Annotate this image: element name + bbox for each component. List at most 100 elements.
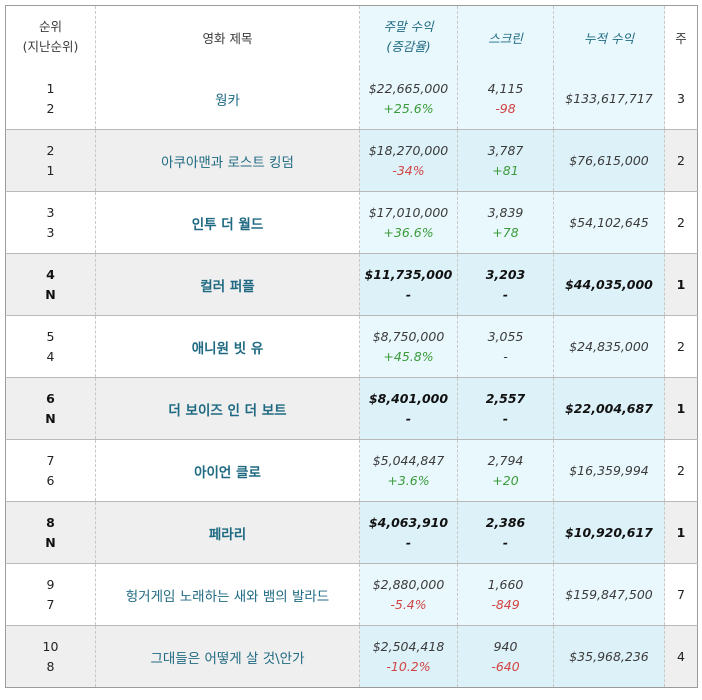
weeks-cell: 4 (664, 625, 698, 688)
title-cell: 헝거게임 노래하는 새와 뱀의 발라드 (95, 563, 360, 626)
total-gross: $54,102,645 (569, 215, 649, 230)
screens-change: +78 (492, 224, 519, 240)
movie-title-link[interactable]: 페라리 (209, 527, 246, 543)
rank: 8 (46, 514, 55, 530)
weekend-gross-change: - (405, 286, 412, 302)
screens-change: - (502, 286, 509, 302)
weekend-gross-change: - (405, 534, 412, 550)
screens-change: +81 (492, 162, 519, 178)
movie-title-link[interactable]: 애니원 빗 유 (192, 341, 264, 357)
weekend-gross-change: +45.8% (383, 348, 434, 364)
table-row: 3 3 인투 더 월드 $17,010,000 +36.6% 3,839 +78… (5, 191, 698, 254)
weekend-gross-cell: $8,401,000 - (359, 377, 458, 440)
title-cell: 그대들은 어떻게 살 것\안가 (95, 625, 360, 688)
header-total-gross: 누적 수익 (553, 5, 665, 68)
rank: 10 (42, 638, 59, 654)
weekend-gross-change: +3.6% (387, 472, 430, 488)
weeks: 2 (677, 463, 685, 478)
movie-title-link[interactable]: 웡카 (215, 93, 240, 109)
weeks: 2 (677, 339, 685, 354)
total-gross: $22,004,687 (565, 401, 653, 416)
rank: 3 (46, 204, 55, 220)
header-weekend-gross: 주말 수익 (증감율) (359, 5, 458, 68)
weekend-gross-cell: $18,270,000 -34% (359, 129, 458, 192)
table-row: 5 4 애니원 빗 유 $8,750,000 +45.8% 3,055 - $2… (5, 315, 698, 378)
weeks: 1 (676, 401, 686, 416)
movie-title-link[interactable]: 아쿠아맨과 로스트 킹덤 (161, 155, 294, 171)
weekend-gross: $8,750,000 (372, 328, 445, 344)
previous-rank: N (45, 286, 56, 302)
weekend-gross: $11,735,000 (364, 266, 453, 282)
rank-cell: 5 4 (5, 315, 96, 378)
movie-title-link[interactable]: 인투 더 월드 (192, 217, 264, 233)
weekend-gross-change: -34% (392, 162, 425, 178)
weeks-cell: 3 (664, 68, 698, 130)
screens: 3,787 (487, 142, 524, 158)
weekend-gross-cell: $17,010,000 +36.6% (359, 191, 458, 254)
screens-cell: 940 -640 (457, 625, 554, 688)
weeks-cell: 1 (664, 253, 698, 316)
screens-change: +20 (492, 472, 519, 488)
weekend-gross: $18,270,000 (368, 142, 449, 158)
screens-change: -849 (491, 596, 520, 612)
screens-cell: 1,660 -849 (457, 563, 554, 626)
weeks-cell: 1 (664, 501, 698, 564)
weekend-gross: $4,063,910 (368, 514, 449, 530)
screens: 3,203 (485, 266, 526, 282)
weekend-gross: $22,665,000 (368, 80, 449, 96)
total-gross: $76,615,000 (569, 153, 649, 168)
header-rank: 순위 (지난순위) (5, 5, 96, 68)
title-cell: 페라리 (95, 501, 360, 564)
movie-title-link[interactable]: 그대들은 어떻게 살 것\안가 (150, 651, 304, 667)
weekend-gross-cell: $22,665,000 +25.6% (359, 68, 458, 130)
total-gross: $159,847,500 (565, 587, 653, 602)
weekend-gross-change: +36.6% (383, 224, 434, 240)
screens: 940 (493, 638, 518, 654)
movie-title-link[interactable]: 아이언 클로 (194, 465, 261, 481)
weeks: 4 (677, 649, 685, 664)
screens-change: -98 (495, 100, 516, 116)
total-gross: $133,617,717 (565, 91, 653, 106)
movie-title-link[interactable]: 컬러 퍼플 (200, 279, 254, 295)
previous-rank: 1 (46, 162, 55, 178)
previous-rank: 8 (46, 658, 55, 674)
weekend-gross-cell: $5,044,847 +3.6% (359, 439, 458, 502)
table-header-row: 순위 (지난순위) 영화 제목 주말 수익 (증감율) 스크린 누적 수익 주 (5, 5, 698, 68)
title-cell: 더 보이즈 인 더 보트 (95, 377, 360, 440)
rank-cell: 7 6 (5, 439, 96, 502)
total-gross-cell: $24,835,000 (553, 315, 665, 378)
weeks: 1 (676, 277, 686, 292)
rank-cell: 6 N (5, 377, 96, 440)
weekend-gross: $2,504,418 (372, 638, 445, 654)
table-row: 1 2 웡카 $22,665,000 +25.6% 4,115 -98 $133… (5, 68, 698, 130)
screens: 2,557 (485, 390, 526, 406)
movie-title-link[interactable]: 더 보이즈 인 더 보트 (168, 403, 286, 419)
total-gross-cell: $44,035,000 (553, 253, 665, 316)
weeks: 2 (677, 153, 685, 168)
title-cell: 애니원 빗 유 (95, 315, 360, 378)
weekend-gross: $5,044,847 (372, 452, 445, 468)
screens-cell: 3,055 - (457, 315, 554, 378)
screens: 2,794 (487, 452, 524, 468)
total-gross: $35,968,236 (569, 649, 649, 664)
previous-rank: 2 (46, 100, 55, 116)
weeks-cell: 7 (664, 563, 698, 626)
title-cell: 인투 더 월드 (95, 191, 360, 254)
movie-title-link[interactable]: 헝거게임 노래하는 새와 뱀의 발라드 (126, 589, 329, 605)
rank: 5 (46, 328, 55, 344)
screens-cell: 2,794 +20 (457, 439, 554, 502)
table-body: 1 2 웡카 $22,665,000 +25.6% 4,115 -98 $133… (5, 68, 698, 688)
weekend-gross-change: +25.6% (383, 100, 434, 116)
screens-cell: 3,203 - (457, 253, 554, 316)
previous-rank: 4 (46, 348, 55, 364)
weekend-gross-change: -5.4% (390, 596, 427, 612)
weekend-gross-change: -10.2% (386, 658, 431, 674)
rank-cell: 1 2 (5, 68, 96, 130)
weeks-cell: 2 (664, 129, 698, 192)
rank-cell: 2 1 (5, 129, 96, 192)
screens-change: - (503, 348, 508, 364)
rank-cell: 10 8 (5, 625, 96, 688)
total-gross-cell: $159,847,500 (553, 563, 665, 626)
table-row: 10 8 그대들은 어떻게 살 것\안가 $2,504,418 -10.2% 9… (5, 625, 698, 688)
header-title: 영화 제목 (95, 5, 360, 68)
